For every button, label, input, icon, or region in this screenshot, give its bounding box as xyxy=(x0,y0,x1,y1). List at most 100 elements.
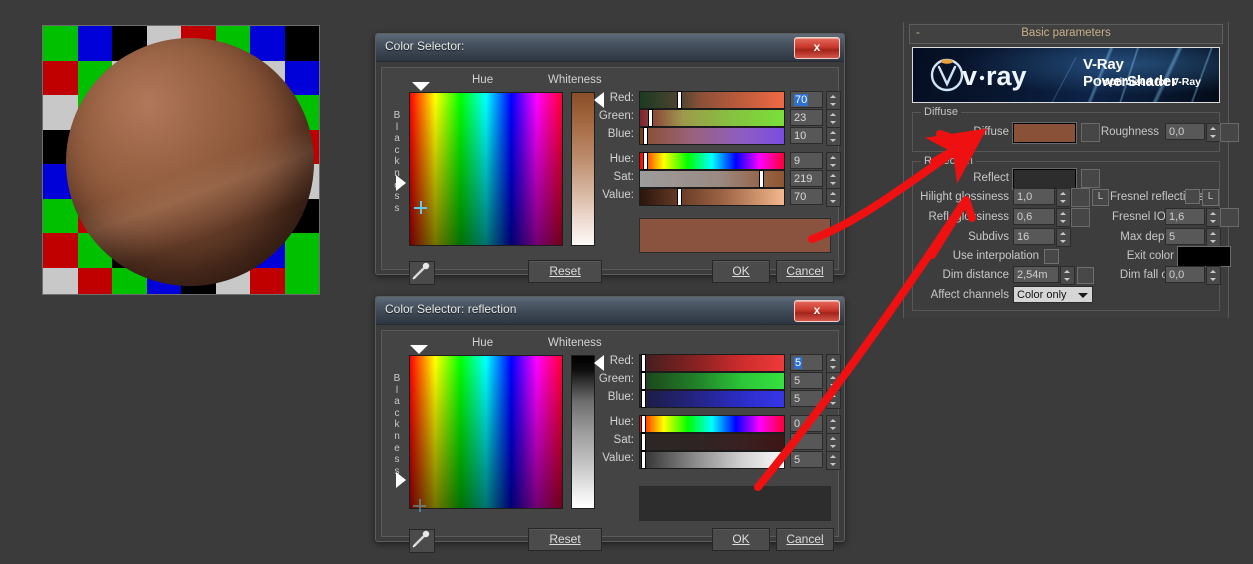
hilight-glossiness-map-button[interactable] xyxy=(1071,188,1090,207)
sat-value-field[interactable] xyxy=(790,433,823,450)
dim-distance-spinner[interactable] xyxy=(1060,266,1075,285)
channel-row-green: Green: 5 xyxy=(599,372,841,391)
dialog-body: Hue Whiteness Blackness Red: 5 Green: 5 xyxy=(381,330,841,553)
use-interpolation-checkbox[interactable] xyxy=(1044,249,1059,264)
vray-basic-parameters-panel: - Basic parameters v ray V-Ray PowerShad… xyxy=(903,22,1239,318)
sat-spinner[interactable] xyxy=(826,433,841,452)
blue-spinner[interactable] xyxy=(826,390,841,409)
hue-slider[interactable] xyxy=(639,415,785,433)
color-selector-reflection-dialog[interactable]: Color Selector: reflection x Hue Whitene… xyxy=(375,296,845,553)
max-depth-field[interactable]: 5 xyxy=(1165,228,1205,245)
channel-row-value: Value: 5 xyxy=(602,451,841,470)
hue-spinner[interactable] xyxy=(826,152,841,171)
whiteness-label: Whiteness xyxy=(548,74,602,86)
value-spinner[interactable] xyxy=(826,188,841,207)
cancel-button[interactable]: Cancel xyxy=(776,528,834,551)
fresnel-lock-button[interactable]: L xyxy=(1202,189,1219,206)
red-value-field[interactable]: 70 xyxy=(790,91,823,108)
exit-color-swatch[interactable] xyxy=(1177,246,1231,267)
red-slider[interactable] xyxy=(639,91,785,109)
blackness-marker[interactable] xyxy=(396,472,406,488)
blue-spinner[interactable] xyxy=(826,127,841,146)
rollout-header-basic-parameters[interactable]: - Basic parameters xyxy=(909,24,1223,44)
eyedropper-icon[interactable] xyxy=(409,529,435,553)
value-spinner[interactable] xyxy=(826,451,841,470)
cancel-button[interactable]: Cancel xyxy=(776,260,834,283)
reset-button[interactable]: Reset xyxy=(528,528,602,551)
reset-button[interactable]: Reset xyxy=(528,260,602,283)
reflect-map-button[interactable] xyxy=(1081,169,1100,188)
diffuse-swatch[interactable] xyxy=(1012,122,1077,144)
channel-label: Red: xyxy=(609,92,634,104)
value-slider[interactable] xyxy=(639,188,785,206)
reflect-swatch[interactable] xyxy=(1012,168,1077,190)
checker-cell xyxy=(250,26,285,61)
fresnel-ior-map-button[interactable] xyxy=(1220,208,1239,227)
hue-spinner[interactable] xyxy=(826,415,841,434)
blue-value-field[interactable]: 5 xyxy=(790,390,823,407)
fresnel-reflections-checkbox[interactable] xyxy=(1185,189,1200,204)
hue-marker-top[interactable] xyxy=(412,82,430,91)
red-spinner[interactable] xyxy=(826,91,841,110)
green-spinner[interactable] xyxy=(826,109,841,128)
blue-value-field[interactable]: 10 xyxy=(790,127,823,144)
refl-glossiness-field[interactable]: 0,6 xyxy=(1013,208,1055,225)
red-slider[interactable] xyxy=(639,354,785,372)
hue-value-field[interactable]: 9 xyxy=(790,152,823,169)
reflect-label: Reflect xyxy=(973,172,1009,184)
dialog-titlebar[interactable]: Color Selector: reflection x xyxy=(376,297,844,325)
hue-slider[interactable] xyxy=(639,152,785,170)
dim-distance-field[interactable]: 2,54m xyxy=(1013,266,1059,283)
value-value-field[interactable]: 70 xyxy=(790,188,823,205)
fresnel-ior-spinner[interactable] xyxy=(1206,208,1221,227)
value-slider[interactable] xyxy=(639,451,785,469)
hue-marker-top[interactable] xyxy=(410,345,428,354)
hilight-glossiness-spinner[interactable] xyxy=(1056,188,1071,207)
dialog-body: Hue Whiteness Blackness Red: 70 Green: 2… xyxy=(381,67,841,285)
hue-value-field[interactable]: 0 xyxy=(790,415,823,432)
dialog-titlebar[interactable]: Color Selector: x xyxy=(376,34,844,62)
green-slider[interactable] xyxy=(639,109,785,127)
eyedropper-icon[interactable] xyxy=(409,261,435,285)
roughness-spinner[interactable] xyxy=(1206,123,1221,142)
ok-button[interactable]: OK xyxy=(712,528,770,551)
refl-glossiness-spinner[interactable] xyxy=(1056,208,1071,227)
max-depth-spinner[interactable] xyxy=(1206,228,1221,247)
value-value-field[interactable]: 5 xyxy=(790,451,823,468)
green-value-field[interactable]: 5 xyxy=(790,372,823,389)
fresnel-ior-field[interactable]: 1,6 xyxy=(1165,208,1205,225)
blue-slider[interactable] xyxy=(639,127,785,145)
dim-falloff-spinner[interactable] xyxy=(1206,266,1221,285)
roughness-field[interactable]: 0,0 xyxy=(1165,123,1205,140)
subdivs-spinner[interactable] xyxy=(1056,228,1071,247)
collapse-icon[interactable]: - xyxy=(916,25,920,42)
picker-crosshair[interactable] xyxy=(413,499,426,512)
hue-blackness-picker[interactable] xyxy=(409,92,563,246)
red-value-field[interactable]: 5 xyxy=(790,354,823,371)
hilight-lock-button[interactable]: L xyxy=(1092,189,1109,206)
green-spinner[interactable] xyxy=(826,372,841,391)
blue-slider[interactable] xyxy=(639,390,785,408)
sat-slider[interactable] xyxy=(639,433,785,451)
sat-value-field[interactable]: 219 xyxy=(790,170,823,187)
chevron-down-icon[interactable] xyxy=(1078,293,1088,298)
sat-slider[interactable] xyxy=(639,170,785,188)
close-icon[interactable]: x xyxy=(794,37,840,59)
dim-falloff-field[interactable]: 0,0 xyxy=(1165,266,1205,283)
green-slider[interactable] xyxy=(639,372,785,390)
red-spinner[interactable] xyxy=(826,354,841,373)
affect-channels-dropdown[interactable]: Color only xyxy=(1013,286,1093,303)
close-icon[interactable]: x xyxy=(794,300,840,322)
sat-spinner[interactable] xyxy=(826,170,841,189)
blackness-marker[interactable] xyxy=(396,175,406,191)
affect-channels-value: Color only xyxy=(1017,289,1067,301)
picker-crosshair[interactable] xyxy=(414,201,427,214)
roughness-map-button[interactable] xyxy=(1220,123,1239,142)
hilight-glossiness-field[interactable]: 1,0 xyxy=(1013,188,1055,205)
subdivs-field[interactable]: 16 xyxy=(1013,228,1055,245)
checker-cell xyxy=(250,267,285,294)
green-value-field[interactable]: 23 xyxy=(790,109,823,126)
hue-blackness-picker[interactable] xyxy=(409,355,563,512)
ok-button[interactable]: OK xyxy=(712,260,770,283)
color-selector-diffuse-dialog[interactable]: Color Selector: x Hue Whiteness Blacknes… xyxy=(375,33,845,285)
